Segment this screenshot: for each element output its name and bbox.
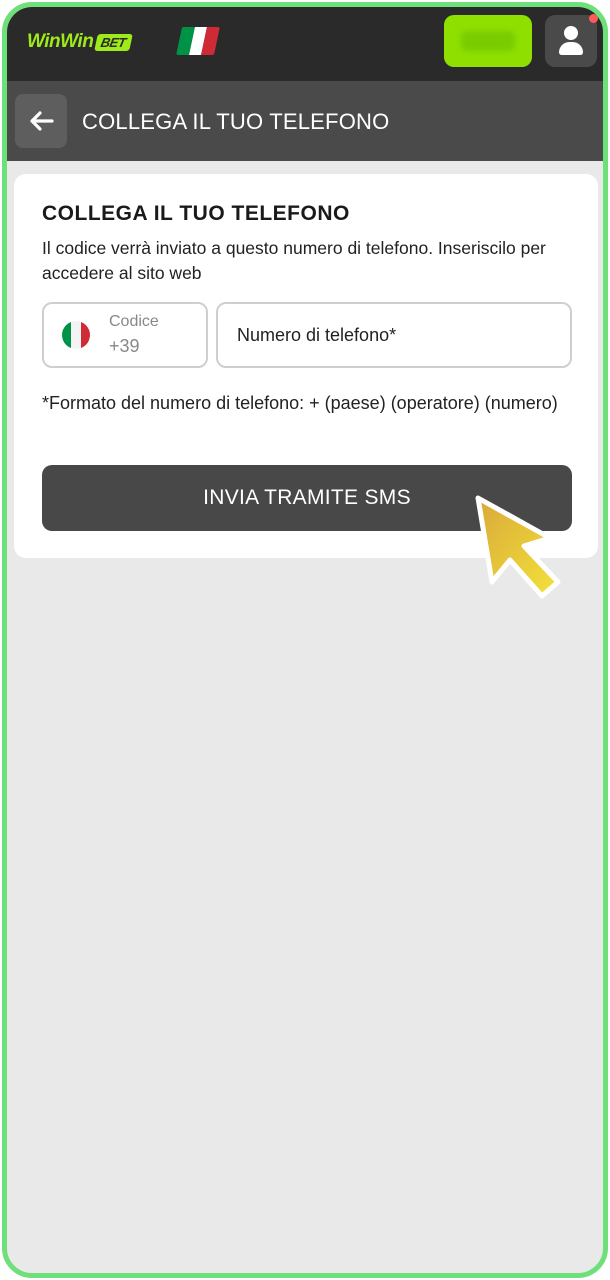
login-button[interactable] [444,15,532,67]
country-code-label: Codice [109,313,159,330]
flag-italy-icon[interactable] [176,27,220,55]
notification-dot-icon [589,14,598,23]
logo-text: WinWin [27,31,94,52]
phone-format-hint: *Formato del numero di telefono: + (paes… [42,393,558,413]
app-frame: WinWin BET COLLEGA IL TUO TELEFONO COLLE… [2,2,608,1278]
flag-italy-icon [62,321,90,349]
page-header: COLLEGA IL TUO TELEFONO [7,81,603,161]
country-code-select[interactable]: Codice +39 [42,302,208,368]
user-account-button[interactable] [545,14,598,67]
brand-logo[interactable]: WinWin BET [27,29,133,55]
user-icon [564,26,578,40]
card-title: COLLEGA IL TUO TELEFONO [42,202,350,225]
pointer-cursor-icon [475,495,561,599]
page-title: COLLEGA IL TUO TELEFONO [82,109,390,134]
logo-badge: BET [94,33,133,51]
country-code-value: +39 [109,336,140,356]
back-button[interactable] [15,94,67,148]
top-bar: WinWin BET [7,7,603,81]
card-description: Il codice verrà inviato a questo numero … [42,238,546,283]
arrow-left-icon [30,111,54,131]
phone-number-input[interactable] [216,302,572,368]
